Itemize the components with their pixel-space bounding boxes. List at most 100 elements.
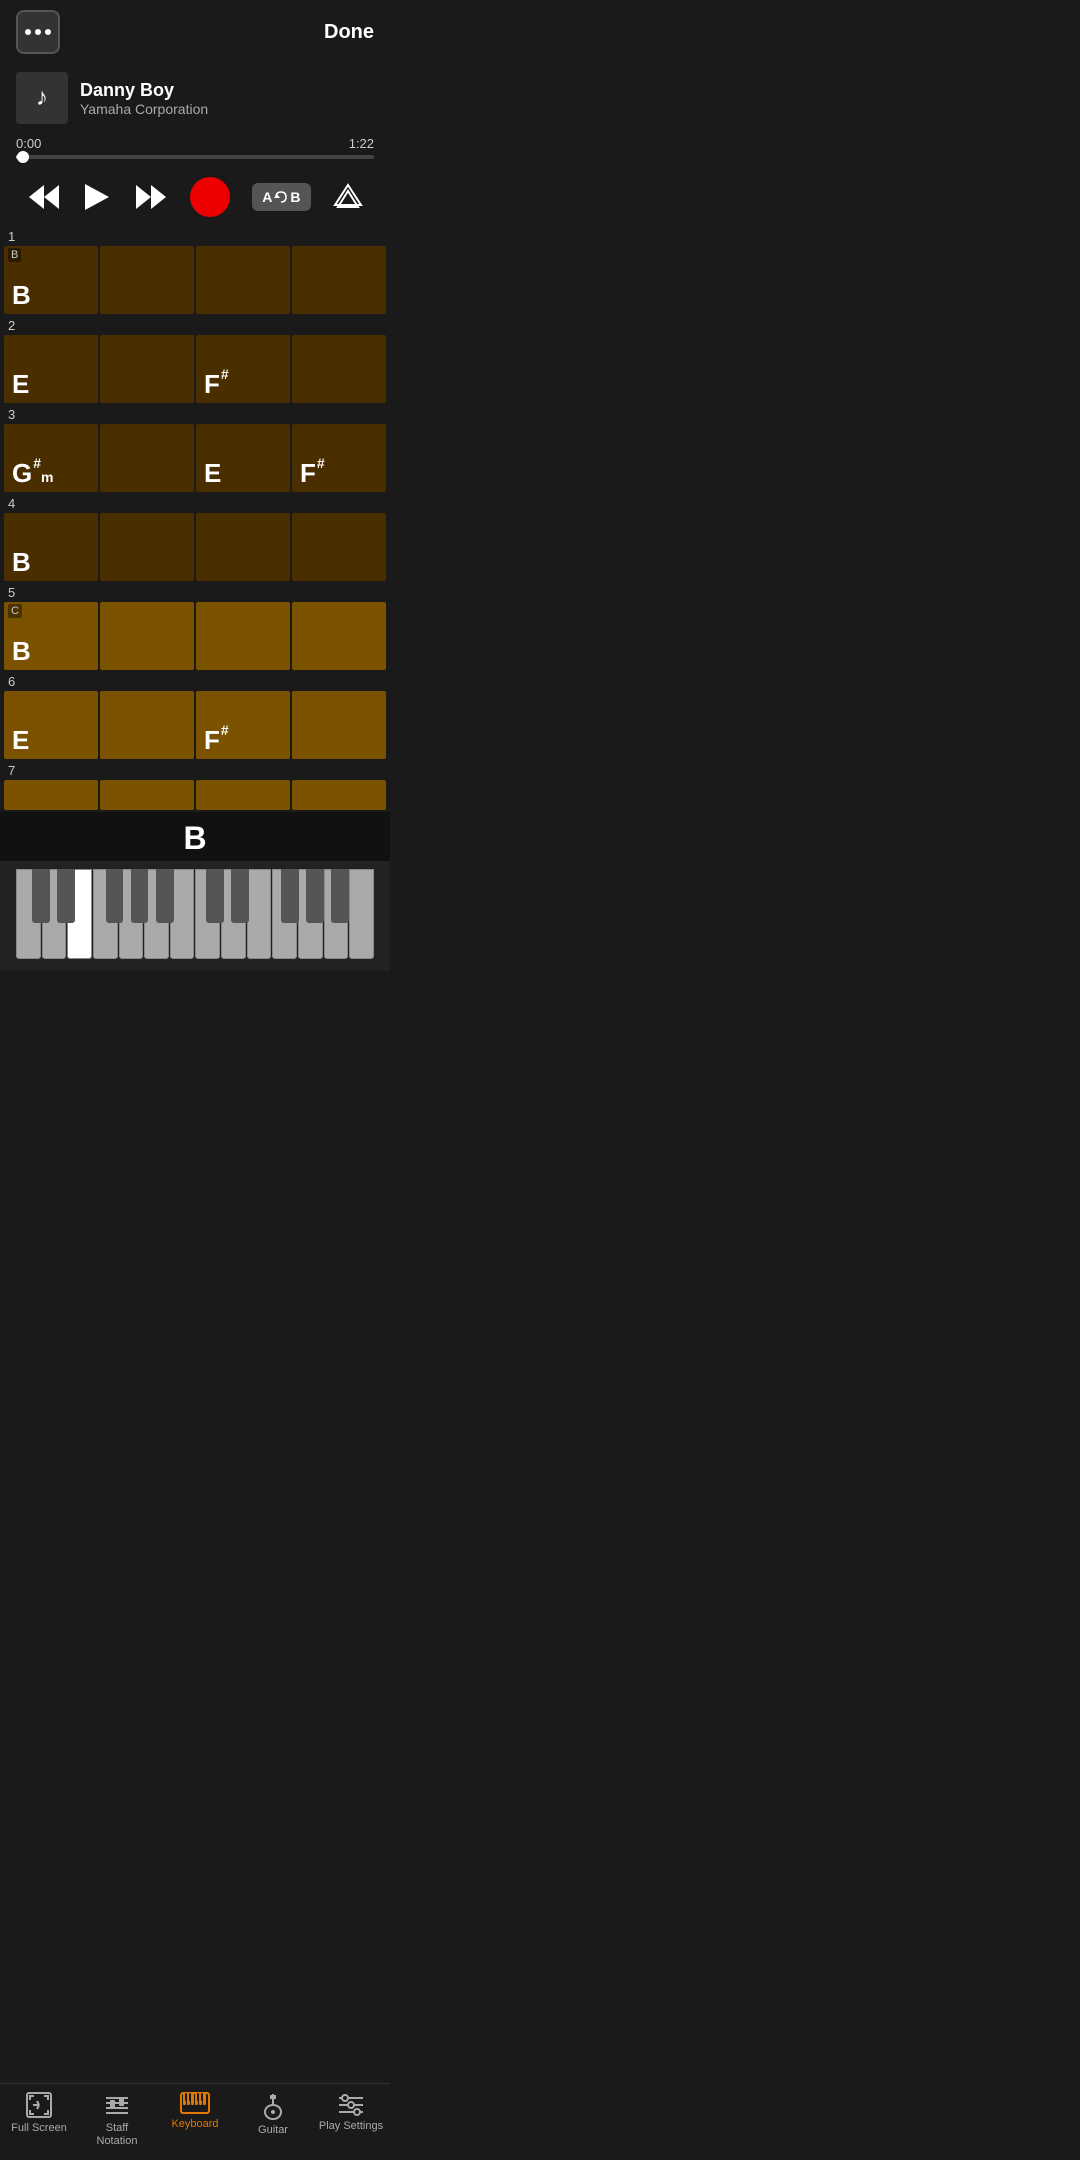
chord-label: F#	[204, 371, 229, 397]
ab-label: A	[262, 189, 272, 205]
chord-label: F#	[204, 727, 229, 753]
tab-guitar-label: Guitar	[258, 2124, 288, 2137]
rewind-button[interactable]	[27, 183, 61, 211]
white-key-12[interactable]	[298, 869, 323, 959]
tab-full-screen[interactable]: Full Screen	[0, 2092, 78, 2148]
progress-section: 0:00 1:22	[0, 132, 390, 167]
progress-thumb	[17, 151, 29, 163]
chord-label: B	[12, 549, 31, 575]
white-key-5[interactable]	[119, 869, 144, 959]
progress-bar[interactable]	[16, 155, 374, 159]
measure-row-7: 7	[4, 761, 386, 810]
chord-cells-3: G#m E F#	[4, 424, 386, 492]
white-key-7[interactable]	[170, 869, 195, 959]
ab-repeat-button[interactable]: A B	[252, 183, 310, 211]
chord-cell[interactable]	[100, 335, 194, 403]
white-keys	[16, 869, 374, 959]
header: Done	[0, 0, 390, 64]
white-key-13[interactable]	[324, 869, 349, 959]
measure-number-7: 7	[4, 761, 386, 780]
current-chord-display: B	[0, 812, 390, 861]
fast-forward-button[interactable]	[134, 183, 168, 211]
chord-cell[interactable]: G#m	[4, 424, 98, 492]
white-key-8[interactable]	[195, 869, 220, 959]
record-button[interactable]	[190, 177, 230, 217]
chord-grid: 1 B B 2 E F#	[0, 227, 390, 810]
chord-cell[interactable]: B	[4, 513, 98, 581]
chord-label: E	[12, 727, 29, 753]
tab-guitar[interactable]: Guitar	[234, 2092, 312, 2148]
keyboard-section	[0, 861, 390, 971]
chord-cell[interactable]	[100, 780, 194, 810]
priority-icon	[333, 183, 363, 211]
tab-keyboard[interactable]: Keyboard	[156, 2092, 234, 2148]
chord-cells-7	[4, 780, 386, 810]
chord-cell[interactable]	[100, 691, 194, 759]
song-info: ♪ Danny Boy Yamaha Corporation	[0, 64, 390, 132]
chord-cell[interactable]: E	[196, 424, 290, 492]
chord-label: B	[12, 282, 31, 308]
white-key-3[interactable]	[67, 869, 92, 959]
white-key-11[interactable]	[272, 869, 297, 959]
chord-cell[interactable]	[292, 513, 386, 581]
white-key-9[interactable]	[221, 869, 246, 959]
chord-cell[interactable]	[196, 246, 290, 314]
chord-cell[interactable]	[100, 513, 194, 581]
fast-forward-icon	[134, 183, 168, 211]
white-key-2[interactable]	[42, 869, 67, 959]
music-note-icon: ♪	[36, 84, 48, 112]
play-button[interactable]	[83, 182, 111, 212]
measure-row-6: 6 E F#	[4, 672, 386, 759]
chord-cell[interactable]	[4, 780, 98, 810]
chord-cells-5: C B	[4, 602, 386, 670]
keyboard-icon	[180, 2092, 210, 2114]
playback-controls: A B	[0, 167, 390, 227]
chord-label: E	[12, 371, 29, 397]
chord-label: G#m	[12, 460, 53, 486]
white-key-4[interactable]	[93, 869, 118, 959]
white-key-14[interactable]	[349, 869, 374, 959]
chord-cell[interactable]	[292, 335, 386, 403]
chord-cell[interactable]	[100, 602, 194, 670]
chord-cell[interactable]	[100, 246, 194, 314]
chord-cell[interactable]: B B	[4, 246, 98, 314]
chord-cell[interactable]: E	[4, 691, 98, 759]
menu-button[interactable]	[16, 10, 60, 54]
measure-number-6: 6	[4, 672, 386, 691]
white-key-6[interactable]	[144, 869, 169, 959]
chord-cell[interactable]: F#	[292, 424, 386, 492]
dots-icon	[25, 29, 51, 35]
tab-full-screen-label: Full Screen	[11, 2122, 67, 2135]
chord-cell[interactable]	[292, 246, 386, 314]
measure-number-5: 5	[4, 583, 386, 602]
chord-cell[interactable]	[292, 780, 386, 810]
full-screen-icon	[26, 2092, 52, 2118]
piano-keyboard[interactable]	[16, 869, 374, 959]
tab-bar: Full Screen StaffNotation	[0, 2083, 390, 2160]
chord-cell[interactable]: C B	[4, 602, 98, 670]
white-key-1[interactable]	[16, 869, 41, 959]
done-button[interactable]: Done	[324, 21, 374, 44]
white-key-10[interactable]	[247, 869, 272, 959]
chord-cell[interactable]: F#	[196, 335, 290, 403]
total-time: 1:22	[349, 136, 374, 151]
chord-cell[interactable]: E	[4, 335, 98, 403]
repeat-icon	[274, 191, 288, 203]
current-chord-label: B	[0, 820, 390, 857]
chord-cell[interactable]: F#	[196, 691, 290, 759]
chord-label: E	[204, 460, 221, 486]
measure-number-3: 3	[4, 405, 386, 424]
chord-cells-1: B B	[4, 246, 386, 314]
chord-cell[interactable]	[292, 691, 386, 759]
tab-staff-notation[interactable]: StaffNotation	[78, 2092, 156, 2148]
priority-button[interactable]	[333, 183, 363, 211]
chord-cell[interactable]	[196, 513, 290, 581]
chord-cell[interactable]	[100, 424, 194, 492]
chord-cell[interactable]	[292, 602, 386, 670]
chord-label: F#	[300, 460, 325, 486]
tab-play-settings[interactable]: Play Settings	[312, 2092, 390, 2148]
measure-number-1: 1	[4, 227, 386, 246]
chord-cell[interactable]	[196, 602, 290, 670]
chord-cell[interactable]	[196, 780, 290, 810]
rewind-icon	[27, 183, 61, 211]
